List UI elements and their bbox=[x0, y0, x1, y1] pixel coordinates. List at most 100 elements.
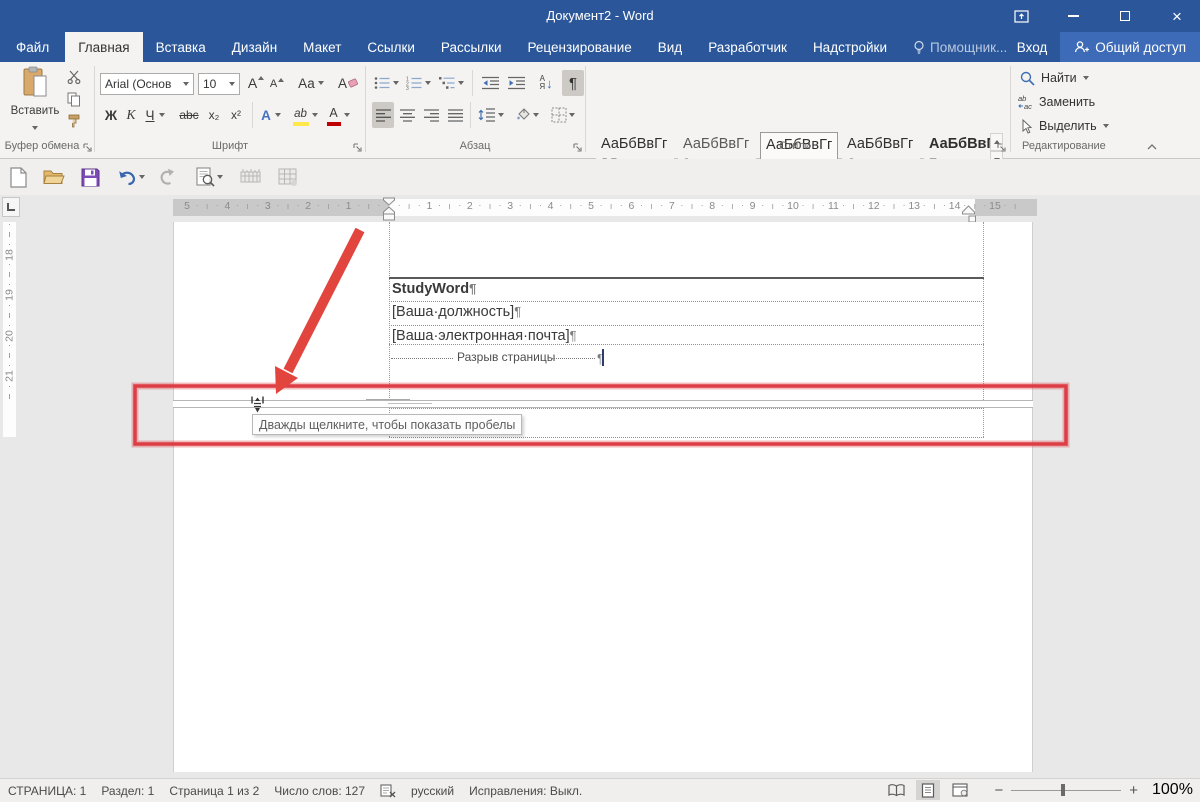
status-section[interactable]: Раздел: 1 bbox=[101, 784, 154, 798]
font-color-button[interactable]: А bbox=[324, 103, 352, 127]
align-right-button[interactable] bbox=[420, 102, 442, 128]
web-layout-button[interactable] bbox=[948, 780, 972, 800]
tab-file[interactable]: Файл bbox=[0, 32, 65, 62]
table-tool-icon-1[interactable] bbox=[238, 165, 262, 189]
line-spacing-button[interactable] bbox=[476, 102, 506, 128]
print-preview-button[interactable] bbox=[192, 165, 226, 189]
multilevel-list-button[interactable] bbox=[435, 71, 467, 95]
shading-button[interactable] bbox=[512, 102, 542, 128]
tab-assistant[interactable]: Помощник... bbox=[900, 32, 1020, 62]
shrink-font-button[interactable]: А bbox=[268, 73, 286, 95]
status-page-of[interactable]: Страница 1 из 2 bbox=[169, 784, 259, 798]
print-layout-button[interactable] bbox=[916, 780, 941, 800]
increase-indent-button[interactable] bbox=[504, 71, 528, 95]
font-family-combobox[interactable]: Arial (Основ bbox=[100, 73, 194, 95]
tab-layout[interactable]: Макет bbox=[290, 32, 354, 62]
styles-group-label: Стили bbox=[779, 140, 811, 152]
subscript-button[interactable]: x₂ bbox=[204, 103, 224, 127]
open-button[interactable] bbox=[42, 165, 66, 189]
tab-mailings[interactable]: Рассылки bbox=[428, 32, 515, 62]
strikethrough-button[interactable]: abc bbox=[176, 103, 202, 127]
select-button[interactable]: Выделить bbox=[1020, 116, 1109, 136]
maximize-button[interactable] bbox=[1102, 0, 1148, 32]
underline-caret-icon bbox=[158, 113, 165, 117]
superscript-button[interactable]: x² bbox=[226, 103, 246, 127]
paragraph-dialog-launcher[interactable] bbox=[572, 142, 584, 154]
ribbon-display-options-button[interactable] bbox=[998, 0, 1044, 32]
collapse-ribbon-button[interactable] bbox=[1146, 142, 1158, 152]
tab-view[interactable]: Вид bbox=[645, 32, 695, 62]
read-mode-button[interactable] bbox=[884, 780, 908, 800]
highlight-color-button[interactable]: ab bbox=[290, 103, 320, 127]
undo-button[interactable] bbox=[114, 165, 148, 189]
clear-formatting-button[interactable]: А bbox=[336, 71, 360, 95]
zoom-slider-handle[interactable] bbox=[1061, 784, 1066, 796]
ruler-tick: 4 bbox=[224, 200, 231, 212]
zoom-in-button[interactable]: + bbox=[1129, 782, 1138, 799]
zoom-level[interactable]: 100% bbox=[1152, 781, 1193, 799]
font-dialog-launcher[interactable] bbox=[352, 142, 364, 154]
sign-in-button[interactable]: Вход bbox=[1004, 32, 1061, 62]
new-document-button[interactable] bbox=[6, 165, 30, 189]
tab-review[interactable]: Рецензирование bbox=[515, 32, 645, 62]
justify-icon bbox=[447, 108, 463, 122]
minimize-button[interactable] bbox=[1050, 0, 1096, 32]
show-formatting-marks-button[interactable]: ¶ bbox=[562, 70, 584, 96]
tab-home[interactable]: Главная bbox=[65, 32, 143, 62]
format-painter-button[interactable] bbox=[64, 112, 84, 130]
underline-button[interactable]: Ч bbox=[142, 103, 168, 127]
sort-button[interactable]: АЯ ↓ bbox=[534, 71, 558, 95]
numbering-button[interactable]: 123 bbox=[403, 71, 433, 95]
doc-line-position[interactable]: [Ваша·должность]¶ bbox=[392, 304, 521, 320]
grow-font-button[interactable]: А bbox=[246, 71, 266, 95]
styles-dialog-launcher[interactable] bbox=[996, 142, 1008, 154]
tab-insert[interactable]: Вставка bbox=[143, 32, 219, 62]
tab-stop-selector[interactable] bbox=[2, 197, 20, 217]
right-indent-marker[interactable] bbox=[961, 205, 976, 223]
save-button[interactable] bbox=[78, 165, 102, 189]
justify-button[interactable] bbox=[444, 102, 466, 128]
font-size-combobox[interactable]: 10 bbox=[198, 73, 240, 95]
clipboard-dialog-launcher[interactable] bbox=[82, 142, 94, 154]
decrease-indent-button[interactable] bbox=[478, 71, 502, 95]
page-break-marker[interactable]: Разрыв страницы ¶ bbox=[391, 349, 604, 366]
vertical-ruler[interactable]: 18 ı · · 19 ı · · 20 ı · · 21 ı · · ı · bbox=[3, 222, 16, 437]
find-button[interactable]: Найти bbox=[1020, 68, 1089, 88]
align-center-button[interactable] bbox=[396, 102, 418, 128]
tab-addins[interactable]: Надстройки bbox=[800, 32, 900, 62]
proofing-error-icon[interactable] bbox=[380, 783, 396, 798]
change-case-button[interactable]: Аа bbox=[296, 71, 326, 95]
borders-button[interactable] bbox=[546, 102, 580, 128]
bullets-button[interactable] bbox=[371, 71, 401, 95]
bold-button[interactable]: Ж bbox=[102, 103, 120, 127]
tab-references[interactable]: Ссылки bbox=[354, 32, 428, 62]
share-button[interactable]: Общий доступ bbox=[1060, 32, 1200, 62]
page-2[interactable] bbox=[173, 408, 1033, 772]
tab-developer[interactable]: Разработчик bbox=[695, 32, 800, 62]
doc-line-email[interactable]: [Ваша·электронная·почта]¶ bbox=[392, 328, 577, 344]
horizontal-ruler[interactable]: 5 · ı · 4 · ı · 3 · ı · 2 · ı · 1 · ı · · ı · 1 · ı · 2 · ı · 3 · ı · 4 · ı · 5… bbox=[173, 199, 1037, 216]
page-1[interactable] bbox=[173, 222, 1033, 400]
text-effects-button[interactable]: А bbox=[258, 103, 284, 127]
ruler-tick: · bbox=[922, 200, 926, 210]
status-track-changes[interactable]: Исправления: Выкл. bbox=[469, 784, 582, 798]
cut-button[interactable] bbox=[64, 68, 84, 86]
align-left-button[interactable] bbox=[372, 102, 394, 128]
table-tool-icon-2[interactable] bbox=[276, 165, 300, 189]
doc-line-company[interactable]: StudyWord¶ bbox=[392, 281, 476, 297]
paste-button[interactable]: Вставить bbox=[8, 66, 62, 134]
status-language[interactable]: русский bbox=[411, 784, 454, 798]
status-word-count[interactable]: Число слов: 127 bbox=[274, 784, 365, 798]
ruler-tick: ı bbox=[933, 201, 936, 211]
redo-button[interactable] bbox=[156, 165, 180, 189]
replace-button[interactable]: ab ac Заменить bbox=[1018, 92, 1095, 112]
copy-button[interactable] bbox=[64, 90, 84, 108]
editing-group-label: Редактирование bbox=[1022, 140, 1106, 152]
close-button[interactable]: × bbox=[1154, 0, 1200, 32]
indent-markers[interactable] bbox=[381, 197, 398, 222]
status-page[interactable]: СТРАНИЦА: 1 bbox=[8, 784, 86, 798]
italic-button[interactable]: К bbox=[122, 103, 140, 127]
zoom-slider[interactable] bbox=[1011, 784, 1122, 796]
tab-design[interactable]: Дизайн bbox=[219, 32, 290, 62]
zoom-out-button[interactable]: − bbox=[994, 782, 1003, 799]
